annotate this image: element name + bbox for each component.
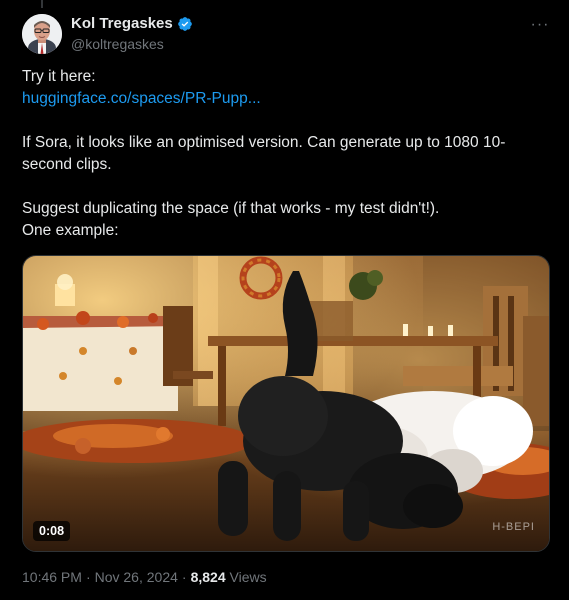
video-duration-badge: 0:08: [33, 521, 71, 541]
tweet-text: Try it here: huggingface.co/spaces/PR-Pu…: [22, 66, 547, 242]
tweet-time[interactable]: 10:46 PM: [22, 569, 82, 585]
tweet-meta: 10:46 PM · Nov 26, 2024 · 8,824 Views: [22, 568, 267, 586]
meta-separator: ·: [85, 569, 91, 585]
author-handle[interactable]: @koltregaskes: [71, 35, 164, 53]
user-avatar-icon: [22, 14, 62, 54]
thread-line: [41, 0, 43, 8]
tweet-paragraph-sora: If Sora, it looks like an optimised vers…: [22, 134, 506, 173]
tweet-date[interactable]: Nov 26, 2024: [95, 569, 178, 585]
views-count: 8,824: [190, 569, 226, 585]
views-label: Views: [229, 569, 267, 585]
tweet-line-intro: Try it here:: [22, 68, 96, 85]
author-display-name[interactable]: Kol Tregaskes: [71, 15, 173, 33]
author-name-row[interactable]: Kol Tregaskes: [71, 15, 193, 33]
tweet-link[interactable]: huggingface.co/spaces/PR-Pupp...: [22, 90, 261, 107]
verified-badge-icon[interactable]: [177, 16, 193, 32]
tweet-paragraph-suggest: Suggest duplicating the space (if that w…: [22, 200, 440, 217]
more-options-icon[interactable]: ···: [529, 14, 551, 36]
tweet-card: Kol Tregaskes @koltregaskes ··· Try it h…: [0, 0, 569, 600]
tweet-paragraph-example: One example:: [22, 222, 119, 239]
video-thumbnail: [23, 256, 549, 551]
video-player[interactable]: 0:08 H-BEPI: [22, 255, 550, 552]
author-avatar[interactable]: [22, 14, 62, 54]
meta-separator: ·: [181, 569, 187, 585]
video-watermark: H-BEPI: [492, 521, 535, 533]
